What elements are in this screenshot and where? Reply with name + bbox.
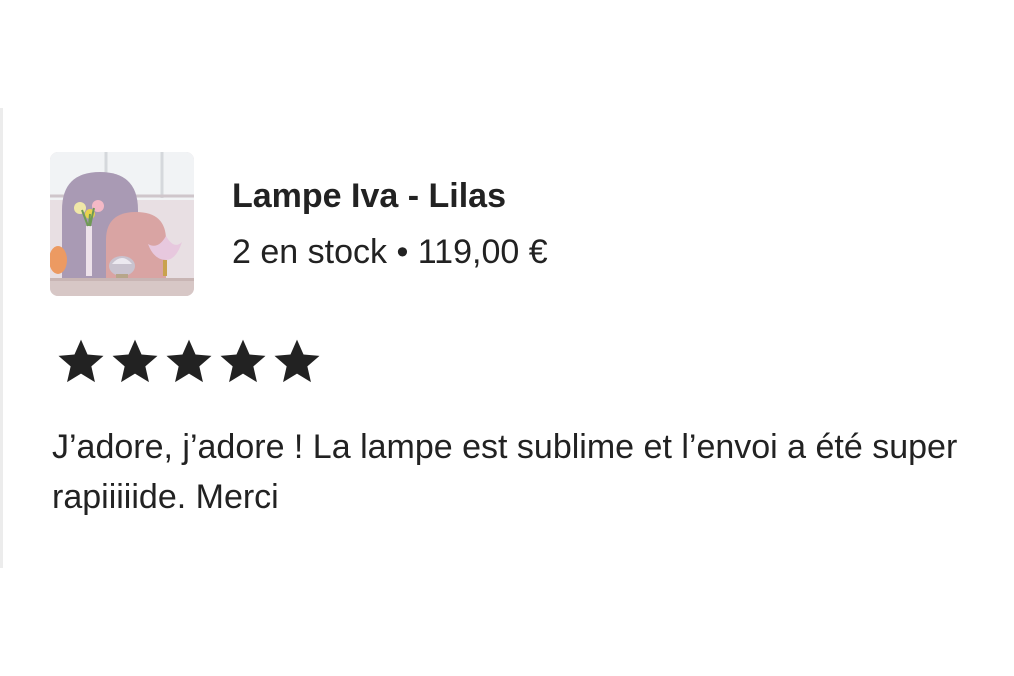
meta-separator: •	[396, 233, 409, 271]
product-price: 119,00 €	[417, 233, 548, 271]
review-text: J’adore, j’adore ! La lampe est sublime …	[52, 428, 958, 516]
product-meta: 2 en stock • 119,00 €	[232, 228, 548, 276]
review-card: Lampe Iva - Lilas 2 en stock • 119,00 € …	[0, 0, 1014, 676]
star-icon	[166, 339, 212, 383]
product-image[interactable]	[50, 152, 194, 296]
star-rating	[54, 334, 324, 388]
star-icon	[220, 339, 266, 383]
star-icon	[58, 339, 104, 383]
product-info: Lampe Iva - Lilas 2 en stock • 119,00 €	[232, 172, 548, 276]
stock-status: 2 en stock	[232, 233, 387, 271]
product-photo-icon	[50, 152, 194, 296]
star-icon	[274, 339, 320, 383]
product-title[interactable]: Lampe Iva - Lilas	[232, 172, 548, 220]
star-icon	[112, 339, 158, 383]
